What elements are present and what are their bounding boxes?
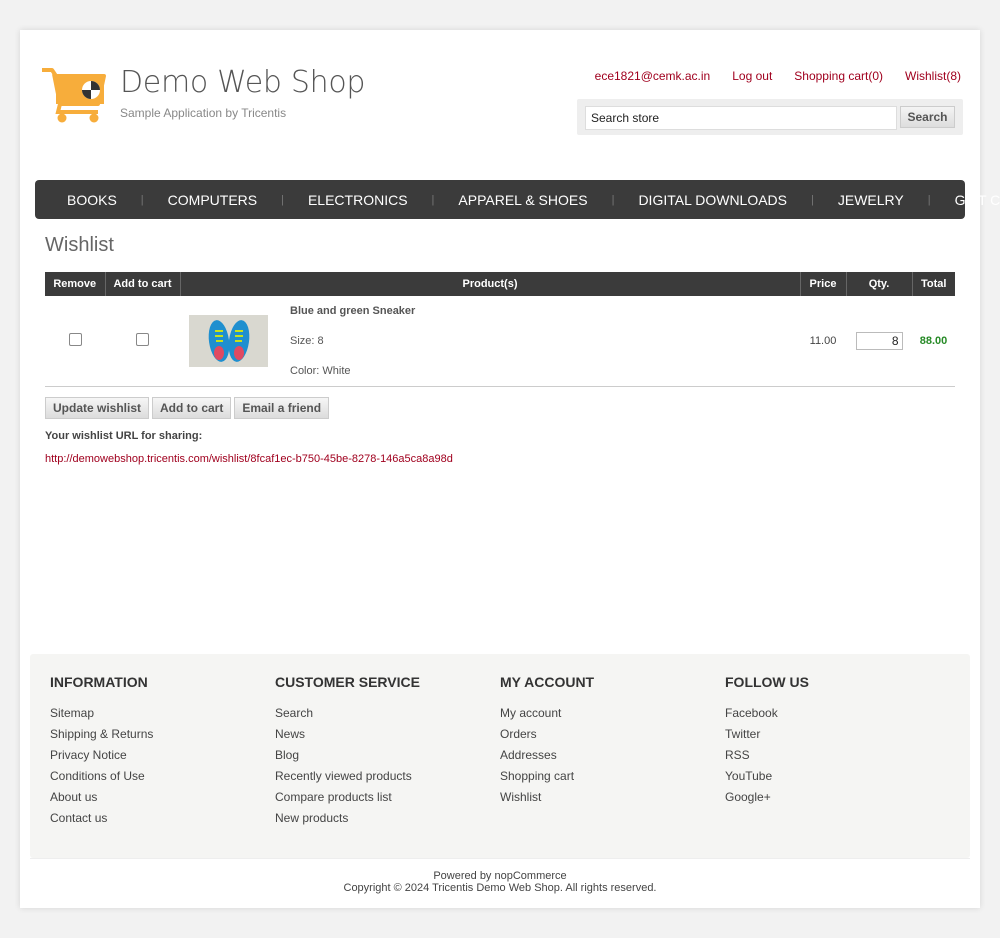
footer-heading-information: INFORMATION xyxy=(50,674,148,690)
product-price: 11.00 xyxy=(800,296,846,387)
search-box: Search store Search xyxy=(577,99,963,135)
footer-column-customer-service: CUSTOMER SERVICE Search News Blog Recent… xyxy=(275,674,495,832)
wishlist-table: Remove Add to cart Product(s) Price Qty.… xyxy=(45,272,955,387)
logo-subtitle: Sample Application by Tricentis xyxy=(120,106,287,120)
footer-copyright: Powered by nopCommerce Copyright © 2024 … xyxy=(20,870,980,894)
menu-item-computers[interactable]: COMPUTERS xyxy=(156,192,269,208)
email-a-friend-button[interactable]: Email a friend xyxy=(234,397,330,419)
footer-link-new-products[interactable]: New products xyxy=(275,811,495,832)
footer-heading-customer-service: CUSTOMER SERVICE xyxy=(275,674,420,690)
footer-divider xyxy=(30,858,970,859)
footer-link-contact-us[interactable]: Contact us xyxy=(50,811,270,832)
menu-item-apparel-shoes[interactable]: APPAREL & SHOES xyxy=(446,192,599,208)
wishlist-link[interactable]: Wishlist(8) xyxy=(905,69,961,83)
logo-title: Demo Web Shop xyxy=(120,65,366,100)
menu-separator: | xyxy=(140,193,144,206)
menu-separator: | xyxy=(281,193,284,206)
share-url-label: Your wishlist URL for sharing: xyxy=(45,430,203,442)
share-url-link[interactable]: http://demowebshop.tricentis.com/wishlis… xyxy=(45,453,453,465)
footer-heading-my-account: MY ACCOUNT xyxy=(500,674,595,690)
footer-link-shipping-returns[interactable]: Shipping & Returns xyxy=(50,727,270,748)
top-menu: BOOKS | COMPUTERS | ELECTRONICS | APPARE… xyxy=(35,180,1000,219)
footer-link-rss[interactable]: RSS xyxy=(725,748,945,769)
footer-link-privacy-notice[interactable]: Privacy Notice xyxy=(50,748,270,769)
add-to-cart-checkbox[interactable] xyxy=(136,332,149,346)
footer-link-google-plus[interactable]: Google+ xyxy=(725,790,945,811)
footer-heading-follow-us: FOLLOW US xyxy=(725,674,809,690)
footer-link-wishlist[interactable]: Wishlist xyxy=(500,790,720,811)
menu-separator: | xyxy=(611,193,615,206)
footer-link-about-us[interactable]: About us xyxy=(50,790,270,811)
menu-item-books[interactable]: BOOKS xyxy=(55,192,129,208)
menu-separator: | xyxy=(431,193,435,206)
footer-column-follow-us: FOLLOW US Facebook Twitter RSS YouTube G… xyxy=(725,674,945,811)
product-name-link[interactable]: Blue and green Sneaker xyxy=(290,305,415,317)
footer-link-youtube[interactable]: YouTube xyxy=(725,769,945,790)
copyright-text: Copyright © 2024 Tricentis Demo Web Shop… xyxy=(343,882,657,894)
footer-link-recently-viewed[interactable]: Recently viewed products xyxy=(275,769,495,790)
search-button[interactable]: Search xyxy=(900,106,955,128)
product-size: Size: 8 xyxy=(290,334,324,347)
wishlist-actions: Update wishlist Add to cart Email a frie… xyxy=(45,397,330,419)
footer-link-news[interactable]: News xyxy=(275,727,495,748)
product-thumbnail[interactable] xyxy=(189,314,268,367)
footer-link-my-account[interactable]: My account xyxy=(500,706,720,727)
footer-link-compare-products[interactable]: Compare products list xyxy=(275,790,495,811)
menu-item-jewelry[interactable]: JEWELRY xyxy=(826,192,916,208)
update-wishlist-button[interactable]: Update wishlist xyxy=(45,397,150,419)
footer-link-search[interactable]: Search xyxy=(275,706,495,727)
product-color: Color: White xyxy=(290,364,351,377)
column-header-total: Total xyxy=(912,272,955,296)
footer-column-information: INFORMATION Sitemap Shipping & Returns P… xyxy=(50,674,270,832)
footer-link-orders[interactable]: Orders xyxy=(500,727,720,748)
add-to-cart-button[interactable]: Add to cart xyxy=(152,397,232,419)
search-input[interactable]: Search store xyxy=(585,106,897,130)
column-header-remove: Remove xyxy=(45,272,106,296)
logo[interactable]: Demo Web Shop Sample Application by Tric… xyxy=(40,66,365,124)
product-total: 88.00 xyxy=(912,296,955,387)
footer-link-conditions-of-use[interactable]: Conditions of Use xyxy=(50,769,270,790)
column-header-products: Product(s) xyxy=(180,272,801,296)
column-header-add-to-cart: Add to cart xyxy=(105,272,181,296)
column-header-qty: Qty. xyxy=(846,272,913,296)
footer-link-shopping-cart[interactable]: Shopping cart xyxy=(500,769,720,790)
menu-item-electronics[interactable]: ELECTRONICS xyxy=(296,192,420,208)
quantity-input[interactable]: 8 xyxy=(855,331,903,350)
footer-link-addresses[interactable]: Addresses xyxy=(500,748,720,769)
footer-link-sitemap[interactable]: Sitemap xyxy=(50,706,270,727)
shopping-cart-logo-icon xyxy=(40,66,106,124)
account-email-link[interactable]: ece1821@cemk.ac.in xyxy=(595,69,711,83)
column-header-price: Price xyxy=(800,272,847,296)
page-container: Demo Web Shop Sample Application by Tric… xyxy=(20,30,1000,908)
remove-checkbox[interactable] xyxy=(68,332,82,346)
shopping-cart-link[interactable]: Shopping cart(0) xyxy=(794,69,883,83)
page-title: Wishlist xyxy=(45,234,114,256)
footer-link-facebook[interactable]: Facebook xyxy=(725,706,945,727)
footer-link-blog[interactable]: Blog xyxy=(275,748,495,769)
footer-column-my-account: MY ACCOUNT My account Orders Addresses S… xyxy=(500,674,720,811)
header-links: ece1821@cemk.ac.in Log out Shopping cart… xyxy=(595,69,961,83)
menu-separator: | xyxy=(811,193,814,206)
table-row: Blue and green Sneaker Size: 8 Color: Wh… xyxy=(45,296,955,387)
powered-by-link[interactable]: Powered by nopCommerce xyxy=(20,870,980,882)
footer-link-twitter[interactable]: Twitter xyxy=(725,727,945,748)
menu-item-gift-cards[interactable]: GIFT CARDS xyxy=(943,192,1000,208)
menu-item-digital-downloads[interactable]: DIGITAL DOWNLOADS xyxy=(626,192,799,208)
menu-separator: | xyxy=(927,193,931,206)
footer: INFORMATION Sitemap Shipping & Returns P… xyxy=(30,654,970,858)
logout-link[interactable]: Log out xyxy=(732,69,772,83)
